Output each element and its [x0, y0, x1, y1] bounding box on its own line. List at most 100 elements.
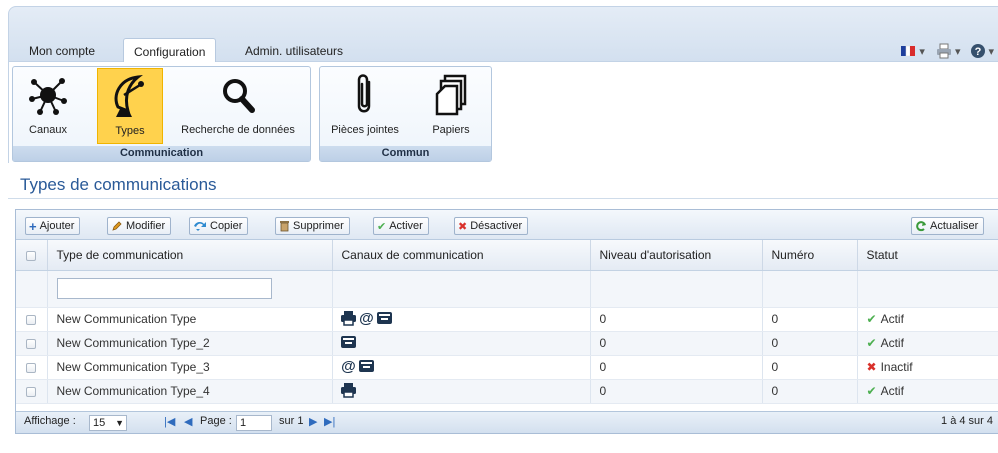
ribbon-button-types[interactable]: Types	[97, 68, 163, 144]
select-all-cell	[16, 240, 48, 271]
select-all-checkbox[interactable]	[26, 250, 37, 261]
number-cell: 0	[762, 379, 858, 404]
first-page-icon[interactable]: |◀	[164, 415, 175, 428]
ribbon-group-label: Commun	[320, 146, 491, 161]
level-cell: 0	[590, 331, 763, 356]
column-header-number[interactable]: Numéro	[762, 240, 858, 271]
page-size-select[interactable]: 15 ▼	[89, 415, 127, 431]
top-right-tools: ▾ ▾ ? ▾	[899, 43, 994, 59]
status-cell: ✖ Inactif	[857, 355, 998, 380]
filter-row	[16, 270, 998, 308]
fax-channel-icon	[358, 358, 375, 377]
grid-panel: + Ajouter Modifier Copier Supprimer ✔ Ac…	[15, 209, 998, 434]
delete-button[interactable]: Supprimer	[275, 217, 350, 235]
filter-cell	[762, 270, 858, 308]
fax-channel-icon	[340, 334, 357, 353]
table-row[interactable]: New Communication Type_3 @ 0 0 ✖ Inactif	[16, 355, 998, 380]
type-cell: New Communication Type_4	[47, 379, 333, 404]
type-cell: New Communication Type_2	[47, 331, 333, 356]
top-tab-bar: Mon compte Configuration Admin. utilisat…	[8, 6, 998, 64]
refresh-button-label: Actualiser	[930, 220, 979, 232]
column-header-status[interactable]: Statut	[857, 240, 998, 271]
delete-button-label: Supprimer	[293, 220, 344, 232]
status-badge: ✔ Actif	[867, 312, 904, 326]
help-menu[interactable]: ? ▾	[970, 43, 994, 59]
prev-page-icon[interactable]: ◀	[184, 415, 192, 428]
ribbon-button-label: Recherche de données	[181, 124, 295, 136]
print-menu[interactable]: ▾	[935, 43, 960, 59]
last-page-icon[interactable]: ▶|	[324, 415, 335, 428]
row-checkbox-cell	[16, 379, 48, 404]
filter-cell	[16, 270, 48, 308]
copy-button[interactable]: Copier	[189, 217, 249, 235]
activate-button-label: Activer	[389, 220, 423, 232]
deactivate-button[interactable]: ✖ Désactiver	[454, 217, 529, 235]
fax-channel-icon	[376, 310, 393, 329]
filter-cell	[47, 270, 333, 308]
number-cell: 0	[762, 355, 858, 380]
status-label: Actif	[880, 384, 904, 398]
ribbon-button-label: Papiers	[432, 124, 470, 136]
column-header-level[interactable]: Niveau d'autorisation	[590, 240, 763, 271]
add-button[interactable]: + Ajouter	[25, 217, 81, 235]
column-header-type[interactable]: Type de communication	[47, 240, 333, 271]
tab-admin-utilisateurs[interactable]: Admin. utilisateurs	[235, 38, 353, 63]
level-cell: 0	[590, 379, 763, 404]
page-number-input[interactable]: 1	[236, 415, 272, 431]
tab-mon-compte[interactable]: Mon compte	[19, 38, 105, 63]
satellite-dish-icon	[114, 74, 144, 117]
row-checkbox[interactable]	[26, 386, 37, 397]
activate-button[interactable]: ✔ Activer	[373, 217, 429, 235]
table-row[interactable]: New Communication Type_2 0 0 ✔ Actif	[16, 331, 998, 356]
cross-icon: ✖	[458, 220, 468, 233]
status-cell: ✔ Actif	[857, 379, 998, 404]
row-checkbox-cell	[16, 307, 48, 332]
check-icon: ✔	[377, 220, 387, 233]
svg-text:@: @	[359, 310, 374, 326]
status-cell: ✔ Actif	[857, 331, 998, 356]
row-checkbox[interactable]	[26, 362, 37, 373]
copy-icon	[194, 221, 206, 231]
filter-cell	[332, 270, 591, 308]
add-button-label: Ajouter	[39, 220, 75, 232]
ribbon-button-papiers[interactable]: Papiers	[420, 68, 482, 144]
paperclip-icon	[357, 74, 371, 113]
filter-cell	[857, 270, 998, 308]
email-channel-icon: @	[358, 310, 375, 329]
plus-icon: +	[29, 218, 37, 234]
column-header-channels[interactable]: Canaux de communication	[332, 240, 591, 271]
status-badge: ✔ Actif	[867, 336, 904, 350]
ribbon-button-pieces-jointes[interactable]: Pièces jointes	[324, 68, 406, 144]
type-filter-input[interactable]	[56, 278, 272, 299]
deactivate-button-label: Désactiver	[470, 220, 523, 232]
status-badge: ✖ Inactif	[867, 360, 913, 374]
printer-channel-icon	[340, 310, 357, 329]
row-checkbox[interactable]	[26, 314, 37, 325]
refresh-button[interactable]: Actualiser	[911, 217, 985, 235]
filter-cell	[590, 270, 763, 308]
copy-button-label: Copier	[210, 220, 243, 232]
magnifier-icon	[223, 79, 255, 113]
divider	[8, 198, 998, 199]
status-label: Inactif	[880, 360, 913, 374]
ribbon-button-recherche[interactable]: Recherche de données	[171, 68, 305, 144]
printer-icon	[936, 43, 951, 59]
ribbon-button-label: Canaux	[29, 124, 67, 136]
ribbon-button-canaux[interactable]: Canaux	[19, 68, 77, 144]
status-label: Actif	[880, 312, 904, 326]
row-checkbox[interactable]	[26, 338, 37, 349]
tab-configuration[interactable]: Configuration	[123, 38, 217, 64]
grid-pager: Affichage : 15 ▼ |◀ ◀ Page : 1 sur 1 ▶ ▶…	[16, 411, 998, 433]
cross-icon: ✖	[866, 360, 877, 374]
edit-button[interactable]: Modifier	[107, 217, 172, 235]
next-page-icon[interactable]: ▶	[309, 415, 317, 428]
channels-cell: @	[332, 307, 591, 332]
email-channel-icon: @	[340, 358, 357, 377]
table-row[interactable]: New Communication Type_4 0 0 ✔ Actif	[16, 379, 998, 404]
status-badge: ✔ Actif	[867, 384, 904, 398]
type-cell: New Communication Type	[47, 307, 333, 332]
table-row[interactable]: New Communication Type @ 0 0 ✔ Actif	[16, 307, 998, 332]
language-menu[interactable]: ▾	[899, 44, 925, 58]
check-icon: ✔	[866, 384, 877, 398]
svg-text:@: @	[341, 358, 356, 374]
